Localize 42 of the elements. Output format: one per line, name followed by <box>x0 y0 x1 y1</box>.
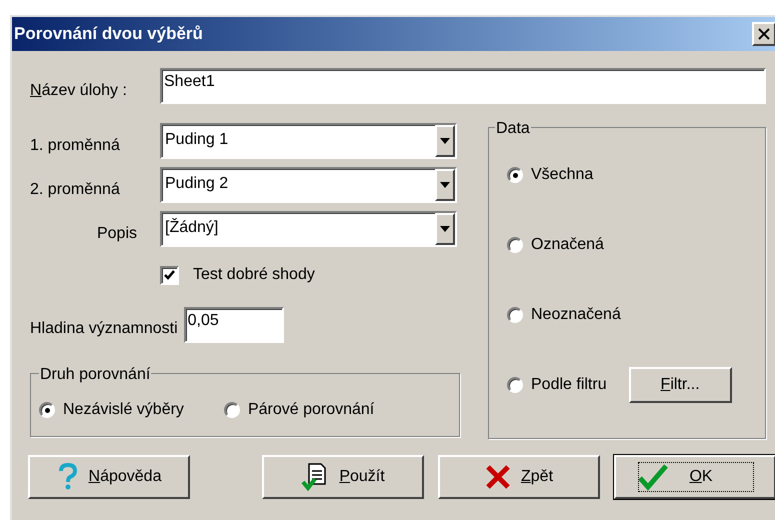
task-name-label: Název úlohy : <box>30 81 128 101</box>
variable-label: Popis <box>96 224 138 244</box>
dropdown-value: Puding 2 <box>164 174 230 194</box>
dropdown-value: Puding 1 <box>164 130 230 150</box>
dropdown-value: [Žádný] <box>164 217 220 238</box>
dropdown-arrow-icon <box>440 182 450 188</box>
dropdown-arrow-icon <box>440 226 450 232</box>
dropdown[interactable]: [Žádný] <box>160 211 457 247</box>
radio-button[interactable] <box>507 237 523 253</box>
significance-field[interactable]: 0,05 <box>184 307 284 343</box>
radio-label: Označená <box>531 235 604 255</box>
dropdown-arrow-icon <box>440 138 450 144</box>
radio-label: Všechna <box>531 165 594 185</box>
x-icon <box>484 464 511 490</box>
window-title: Porovnání dvou výběrů <box>14 23 203 46</box>
dropdown[interactable]: Puding 1 <box>160 123 457 159</box>
radio-button[interactable] <box>507 377 523 393</box>
question-mark-icon <box>56 463 79 491</box>
filter-button[interactable]: Filtr... <box>628 367 732 403</box>
apply-button[interactable]: Použít <box>262 455 424 499</box>
dropdown[interactable]: Puding 2 <box>160 167 457 203</box>
radio-button[interactable] <box>39 402 55 418</box>
checkbox-label: Test dobré shody <box>193 265 315 285</box>
radio-button[interactable] <box>224 402 240 418</box>
significance-label: Hladina významnosti <box>30 319 178 339</box>
checkbox[interactable] <box>160 266 179 284</box>
radio-label: Neoznačená <box>531 305 621 325</box>
help-button[interactable]: Nápověda <box>28 455 190 499</box>
radio-button[interactable] <box>507 167 523 183</box>
checkmark-icon <box>637 463 670 491</box>
radio-label: Podle filtru <box>531 375 607 395</box>
radio-label: Párové porovnání <box>248 400 374 420</box>
variable-label: 1. proměnná <box>30 136 121 156</box>
variable-label: 2. proměnná <box>30 180 121 200</box>
ok-button[interactable]: OK <box>614 455 775 499</box>
radio-label: Nezávislé výběry <box>63 400 184 420</box>
radio-button[interactable] <box>507 307 523 323</box>
close-icon <box>758 28 770 40</box>
task-name-field[interactable]: Sheet1 <box>160 68 766 104</box>
cancel-button[interactable]: Zpět <box>438 455 600 499</box>
check-icon <box>164 270 175 280</box>
close-button[interactable] <box>752 22 775 46</box>
